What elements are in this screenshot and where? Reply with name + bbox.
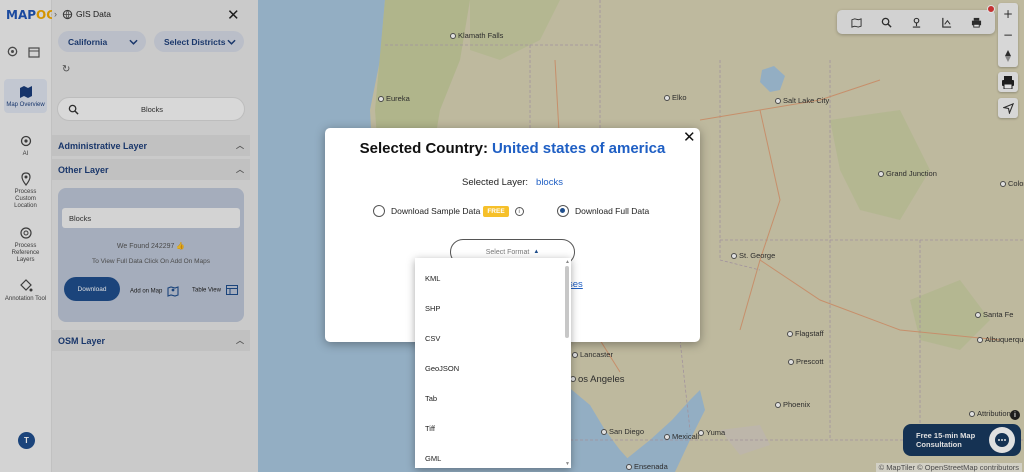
modal-title: Selected Country: United states of americ… (325, 140, 700, 157)
radio-circle (373, 205, 385, 217)
selected-layer-label: Selected Layer: (462, 177, 529, 188)
info-icon[interactable]: i (514, 206, 524, 216)
radio-download-full[interactable]: Download Full Data (557, 205, 649, 217)
format-option-geojson[interactable]: GeoJSON (425, 364, 459, 373)
scroll-up-icon[interactable]: ▲ (565, 259, 570, 265)
format-option-tab[interactable]: Tab (425, 394, 437, 403)
dropdown-scrollbar[interactable] (565, 266, 569, 338)
format-option-shp[interactable]: SHP (425, 304, 440, 313)
selected-layer-row: Selected Layer: blocks (325, 177, 700, 188)
format-option-tiff[interactable]: Tiff (425, 424, 435, 433)
scroll-down-icon[interactable]: ▼ (565, 461, 570, 467)
format-option-kml[interactable]: KML (425, 274, 440, 283)
radio-sample-label: Download Sample Data (391, 206, 481, 216)
format-option-csv[interactable]: CSV (425, 334, 440, 343)
radio-full-label: Download Full Data (575, 206, 650, 216)
caret-up-icon: ▲ (533, 249, 540, 255)
selected-layer-value: blocks (536, 177, 563, 188)
free-badge: FREE (483, 205, 509, 217)
radio-download-sample[interactable]: Download Sample Data FREE i (373, 205, 524, 217)
format-option-gml[interactable]: GML (425, 454, 441, 463)
selected-country: United states of america (491, 140, 666, 157)
format-dropdown-list: KML SHP CSV GeoJSON Tab Tiff GML ▲ ▼ (415, 258, 571, 468)
format-select-placeholder: Select Format (485, 248, 530, 256)
modal-title-prefix: Selected Country: (359, 140, 488, 157)
radio-circle-selected (557, 205, 569, 217)
